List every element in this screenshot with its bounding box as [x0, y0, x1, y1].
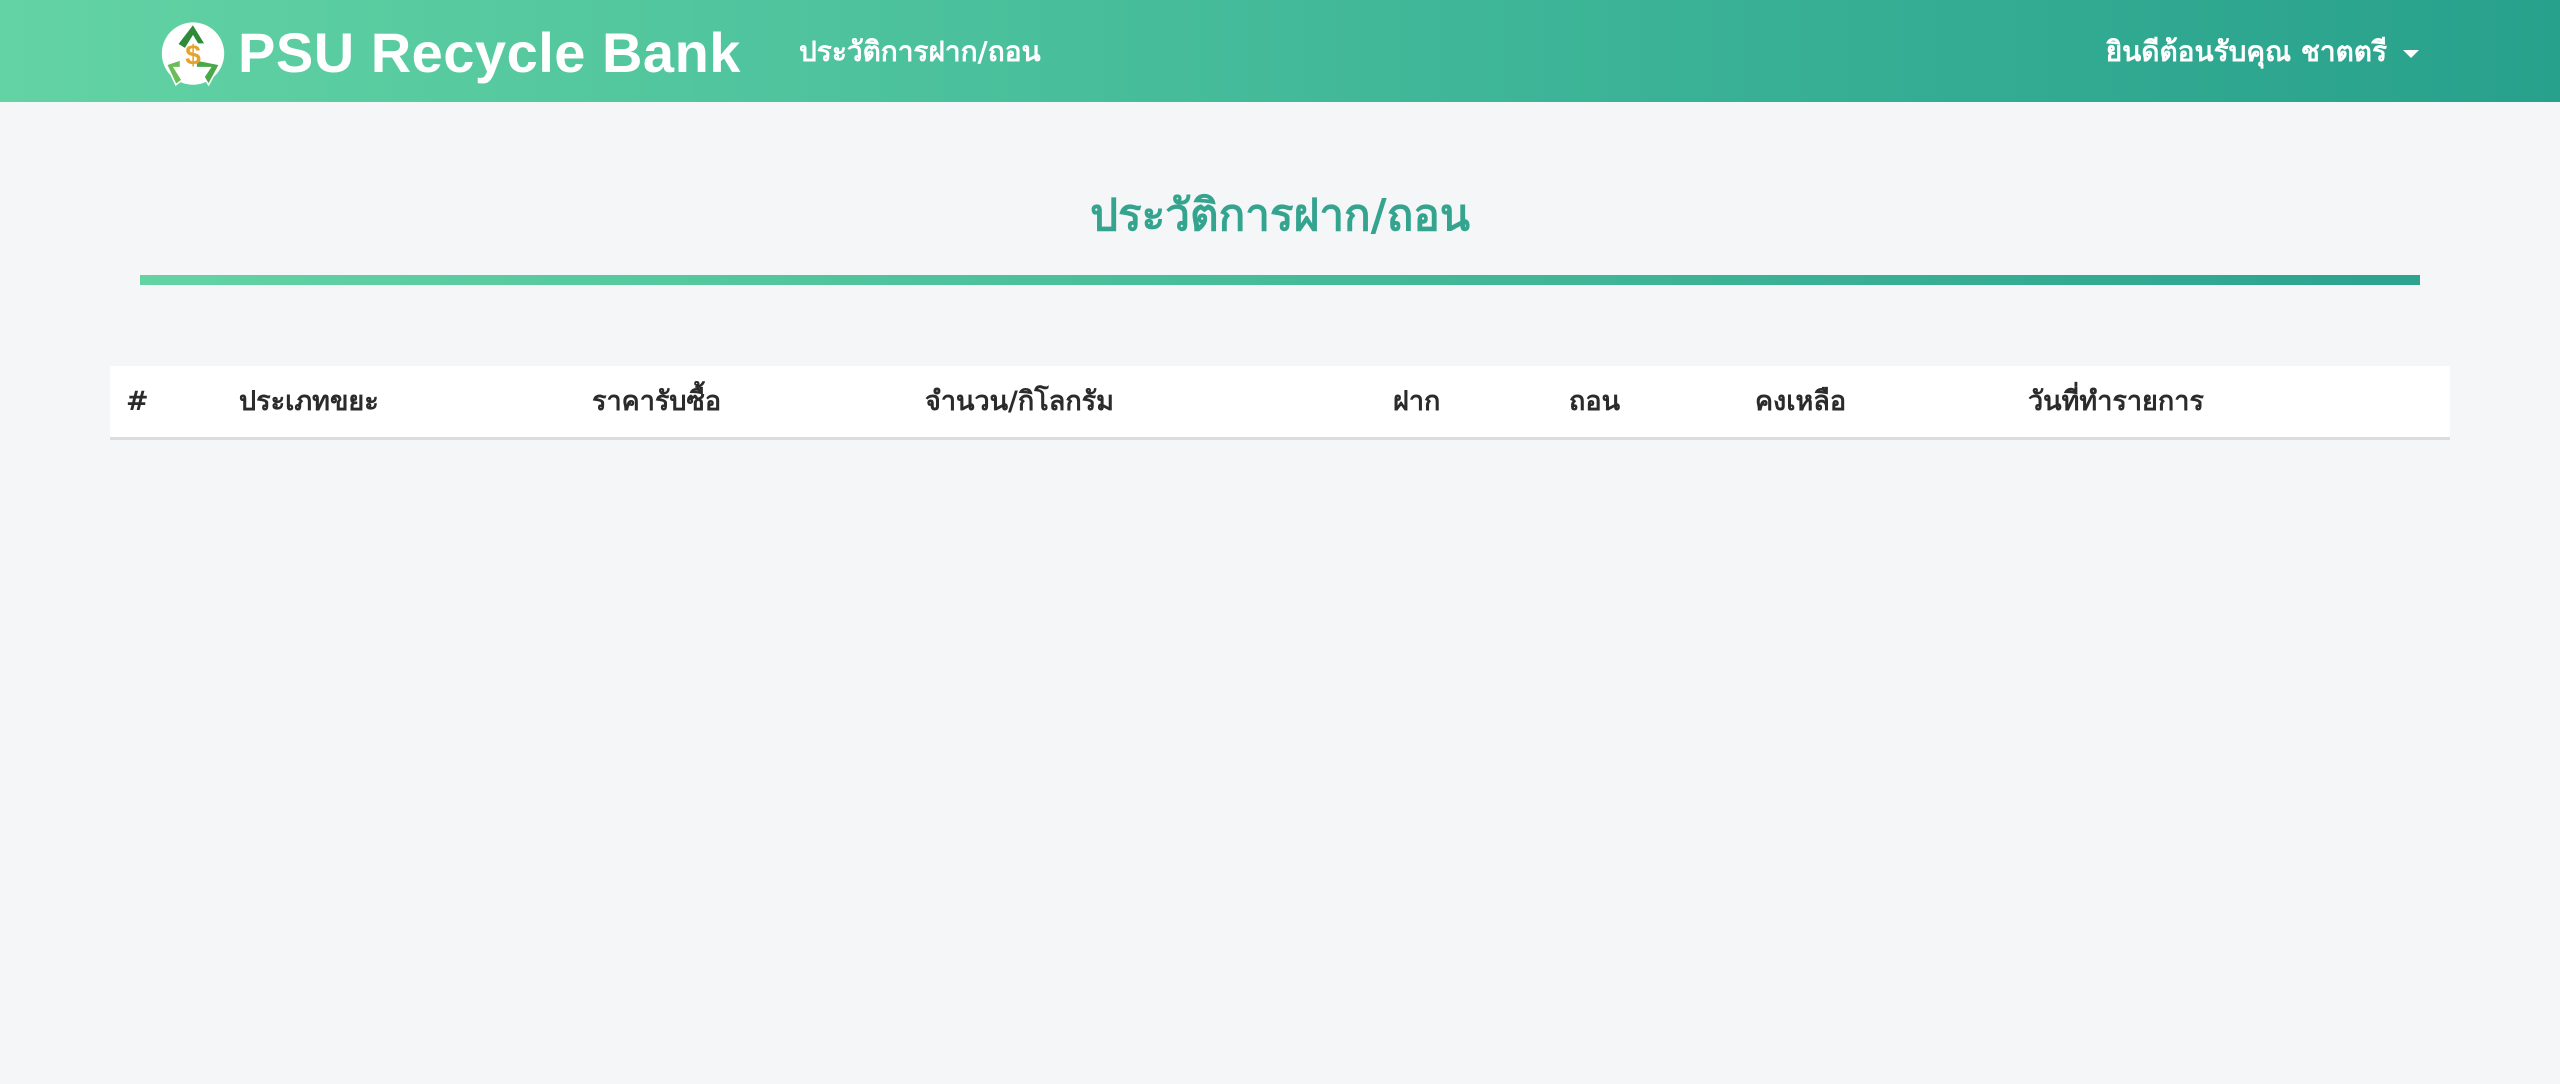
page-title: ประวัติการฝาก/ถอน: [1090, 190, 1470, 241]
user-dropdown-toggle[interactable]: ยินดีต้อนรับคุณ ชาตตรี: [2106, 30, 2419, 74]
column-header-quantity-kg: จำนวน/กิโลกรัม: [925, 386, 1114, 417]
brand-link[interactable]: $ PSU Recycle Bank: [154, 14, 741, 90]
svg-text:$: $: [185, 39, 201, 70]
caret-down-icon: [2403, 50, 2419, 58]
column-header-waste-type: ประเภทขยะ: [239, 386, 379, 417]
recycle-dollar-logo-icon: $: [161, 22, 225, 87]
user-greeting: ยินดีต้อนรับคุณ ชาตตรี: [2105, 35, 2387, 68]
brand-name: PSU Recycle Bank: [238, 20, 741, 84]
column-header-transaction-date: วันที่ทำรายการ: [2028, 386, 2204, 417]
column-header-buy-price: ราคารับซื้อ: [592, 386, 722, 417]
nav-link-history[interactable]: ประวัติการฝาก/ถอน: [799, 30, 1041, 74]
title-divider: [140, 275, 2420, 285]
column-header-balance: คงเหลือ: [1755, 386, 1847, 417]
column-header-deposit: ฝาก: [1393, 386, 1441, 417]
column-header-withdraw: ถอน: [1569, 386, 1621, 417]
history-table: # ประเภทขยะ ราคารับซื้อ จำนวน/กิโลกรัม ฝ…: [110, 366, 2450, 440]
column-header-index: #: [126, 386, 149, 417]
top-navbar: $ PSU Recycle Bank ประวัติการฝาก/ถอน ยิน…: [0, 0, 2560, 102]
